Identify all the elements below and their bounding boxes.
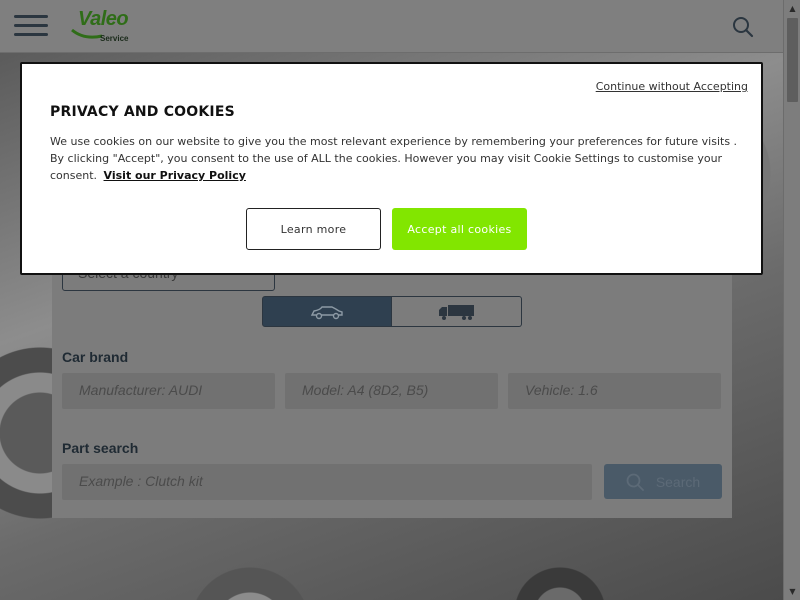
search-icon[interactable] <box>732 16 754 38</box>
search-button-label: Search <box>655 473 701 490</box>
manufacturer-select[interactable]: Manufacturer: AUDI <box>62 373 275 409</box>
part-search-input[interactable]: Example : Clutch kit <box>62 464 592 500</box>
privacy-policy-link[interactable]: Visit our Privacy Policy <box>104 169 246 182</box>
scroll-up-arrow-icon[interactable]: ▲ <box>784 0 800 17</box>
part-search-button[interactable]: Search <box>604 464 722 499</box>
model-select[interactable]: Model: A4 (8D2, B5) <box>285 373 498 409</box>
logo-subtext: Service <box>100 34 129 43</box>
scrollbar-thumb[interactable] <box>787 18 798 102</box>
accept-all-cookies-button[interactable]: Accept all cookies <box>392 208 527 250</box>
site-header: Valeo Service <box>0 0 783 53</box>
car-icon <box>310 305 343 319</box>
scroll-down-arrow-icon[interactable]: ▼ <box>784 583 800 600</box>
car-tab[interactable] <box>262 296 392 327</box>
part-search-label: Part search <box>62 440 139 456</box>
logo-text: Valeo <box>78 8 129 30</box>
vehicle-type-toggle <box>262 296 522 327</box>
car-brand-label: Car brand <box>62 349 129 365</box>
truck-icon <box>438 304 474 320</box>
learn-more-button[interactable]: Learn more <box>246 208 381 250</box>
vehicle-select[interactable]: Vehicle: 1.6 <box>508 373 721 409</box>
dialog-body: We use cookies on our website to give yo… <box>50 133 740 184</box>
search-icon <box>626 473 644 491</box>
valeo-logo[interactable]: Valeo Service <box>70 8 136 46</box>
hamburger-menu-icon[interactable] <box>14 15 48 37</box>
vertical-scrollbar[interactable]: ▲ ▼ <box>783 0 800 600</box>
dialog-title: PRIVACY AND COOKIES <box>50 104 235 120</box>
truck-tab[interactable] <box>392 296 522 327</box>
cookie-consent-dialog: Continue without Accepting PRIVACY AND C… <box>20 62 763 275</box>
continue-without-accepting-link[interactable]: Continue without Accepting <box>596 80 748 93</box>
